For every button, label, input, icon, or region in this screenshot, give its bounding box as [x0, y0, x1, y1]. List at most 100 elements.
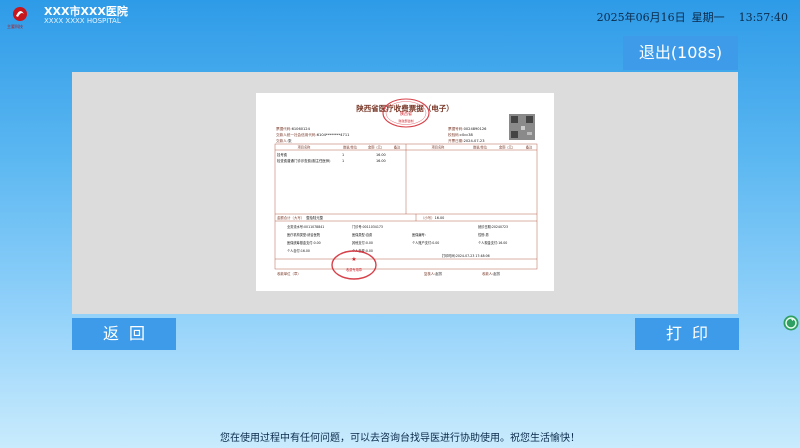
col-header: 金额（元） [368, 145, 384, 150]
info-value: 0011078841 [304, 225, 324, 229]
meta-value: 张 [288, 138, 292, 143]
info-label: 医疗机构类型: [287, 232, 307, 237]
svg-text:其他支付:0.00: 其他支付:0.00 [352, 240, 373, 245]
total-label: 金额合计（大写） [277, 215, 304, 220]
col-header: 项目名称 [432, 145, 446, 150]
info-value: 16.00 [498, 241, 507, 245]
svg-text:收款人:赵芳: 收款人:赵芳 [482, 271, 501, 276]
seal-subtext: 财政部监制 [398, 118, 413, 123]
info-label: 个人账户支付: [412, 240, 432, 245]
bottom-label: 收款单位（章） [277, 271, 301, 276]
help-footer-text: 您在使用过程中有任何问题，可以去咨询台找导医进行协助使用。祝您生活愉快！ [220, 433, 580, 444]
col-header: 备注 [526, 145, 533, 150]
info-value: 0.00 [314, 241, 321, 245]
info-label: 性别: [478, 232, 485, 237]
bottom-value: 赵芳 [435, 271, 442, 276]
svg-text:性别:男: 性别:男 [478, 232, 489, 237]
meta-label: 交款人: [276, 138, 288, 143]
info-value: 男 [485, 232, 488, 237]
info-value: 综合医院 [307, 232, 321, 237]
svg-text:打印时间:2024-07-23 17:48:06: 打印时间:2024-07-23 17:48:06 [442, 253, 490, 258]
svg-text:复核人:赵芳: 复核人:赵芳 [424, 271, 443, 276]
meta-value: 6104********4711 [317, 133, 350, 137]
info-label: 医保类型: [352, 232, 366, 237]
item-qty: 1 [342, 153, 344, 157]
svg-text:门诊号:0011034173: 门诊号:0011034173 [352, 224, 383, 229]
total-small: 16.00 [435, 216, 445, 220]
svg-text:收款单位（章）: 收款单位（章） [277, 271, 301, 276]
time-text: 13:57:40 [738, 11, 788, 24]
info-label: 医保编号: [412, 232, 426, 237]
info-value: 0011034173 [363, 225, 383, 229]
svg-text:★: ★ [351, 256, 356, 263]
item-name: 检查费普通门诊诊查费(副主任医师) [277, 158, 331, 163]
exit-button[interactable]: 退出(108s) [623, 36, 738, 70]
svg-text:业务流水号:0011078841: 业务流水号:0011078841 [287, 224, 324, 229]
logo-caption: 主要科技 [7, 24, 23, 29]
info-value: 0.00 [432, 241, 439, 245]
svg-text:票据代码:61060124: 票据代码:61060124 [276, 126, 311, 131]
svg-text:票据号码:0024890126: 票据号码:0024890126 [448, 126, 487, 131]
invoice-svg: 陕西省医疗收费票据（电子） 陕西省 财政部监制 票据代码:61060124 交款 [274, 98, 538, 280]
item-amount: 16.00 [376, 159, 386, 163]
info-label: 其他支付: [352, 240, 366, 245]
svg-text:医保统筹基金支付:0.00: 医保统筹基金支付:0.00 [287, 240, 321, 245]
info-label: 个人自付: [287, 248, 301, 253]
svg-text:医保编号:: 医保编号: [412, 232, 426, 237]
bottom-value: 赵芳 [493, 271, 500, 276]
info-label: 就诊日期: [478, 224, 492, 229]
seal-text: 陕西省 [400, 110, 412, 116]
meta-label: 交款人统一社会信用代码: [276, 132, 317, 137]
stamp-text: 收费专用章 [346, 267, 363, 272]
back-button[interactable]: 返回 [72, 318, 176, 350]
col-header: 金额（元） [499, 145, 515, 150]
meta-label: 校验码: [448, 132, 460, 137]
print-time: 2024-07-23 17:48:06 [456, 254, 490, 258]
datetime-display: 2025年06月16日 星期一 13:57:40 [597, 9, 788, 25]
invoice-preview-panel: 陕西省医疗收费票据（电子） 陕西省 财政部监制 票据代码:61060124 交款 [72, 72, 738, 314]
weekday-text: 星期一 [691, 11, 725, 24]
payment-stamp-icon: ★ 收费专用章 [331, 250, 377, 280]
svg-text:就诊日期:20240723: 就诊日期:20240723 [478, 224, 508, 229]
info-label: 业务流水号: [287, 224, 304, 229]
qr-code-icon [509, 114, 535, 140]
svg-text:交款人统一社会信用代码:6104********4711: 交款人统一社会信用代码:6104********4711 [276, 132, 349, 137]
meta-label: 票据号码: [448, 126, 464, 131]
col-header: 数量/单位 [473, 145, 488, 150]
svg-text:个人账户支付:0.00: 个人账户支付:0.00 [412, 240, 439, 245]
svg-text:医保类型:自费: 医保类型:自费 [352, 232, 372, 237]
invoice-document: 陕西省医疗收费票据（电子） 陕西省 财政部监制 票据代码:61060124 交款 [256, 93, 554, 291]
info-value: 20240723 [492, 225, 508, 229]
meta-value: c0cc38 [460, 133, 474, 137]
info-value: 0.00 [366, 249, 373, 253]
svg-text:医疗机构类型:综合医院: 医疗机构类型:综合医院 [287, 232, 321, 237]
meta-label: 票据代码: [276, 126, 292, 131]
svg-text:金额合计（大写）壹拾陆元整: 金额合计（大写） 壹拾陆元整 [277, 215, 324, 220]
bottom-label: 复核人: [424, 271, 435, 276]
info-label: 个人现金支付: [478, 240, 498, 245]
total-small-label: （小写） [421, 215, 435, 220]
col-header: 项目名称 [298, 145, 312, 150]
refresh-icon[interactable] [783, 315, 799, 331]
svg-text:开票日期:2024-07-23: 开票日期:2024-07-23 [448, 138, 484, 143]
print-button[interactable]: 打印 [635, 318, 739, 350]
info-value: 自费 [366, 232, 372, 237]
info-value: 0.00 [366, 241, 373, 245]
item-name: 挂号费 [277, 152, 288, 157]
meta-label: 开票日期: [448, 138, 464, 143]
svg-text:个人现金支付:16.00: 个人现金支付:16.00 [478, 240, 507, 245]
svg-text:交款人:张: 交款人:张 [276, 138, 292, 143]
print-time-label: 打印时间: [442, 253, 456, 258]
svg-text:个人自付:16.00: 个人自付:16.00 [287, 248, 310, 253]
info-value: 16.00 [301, 249, 310, 253]
svg-text:（小写）16.00: （小写）16.00 [421, 215, 444, 220]
col-header: 备注 [394, 145, 401, 150]
item-amount: 16.00 [376, 153, 386, 157]
info-label: 医保统筹基金支付: [287, 240, 314, 245]
meta-value: 2024-07-23 [464, 139, 485, 143]
bottom-label: 收款人: [482, 271, 493, 276]
svg-text:校验码:c0cc38: 校验码:c0cc38 [448, 132, 474, 137]
info-label: 门诊号: [352, 224, 363, 229]
item-qty: 1 [342, 159, 344, 163]
col-header: 数量/单位 [343, 145, 358, 150]
